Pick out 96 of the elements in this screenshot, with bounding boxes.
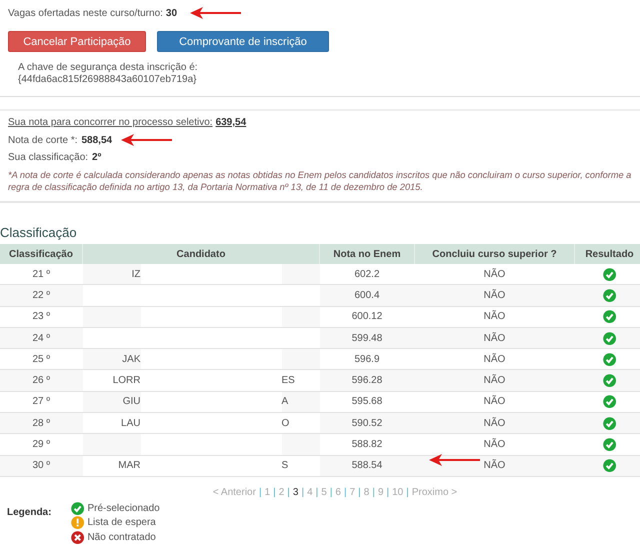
summary-label: Sua nota para concorrer no processo seletivo: bbox=[8, 117, 213, 128]
position-cell: 26 º bbox=[0, 370, 82, 392]
page-link[interactable]: 4 bbox=[307, 486, 313, 498]
graduated-cell: NÃO bbox=[414, 284, 574, 306]
graduated-cell: NÃO bbox=[414, 306, 574, 328]
score-value: 596.28 bbox=[352, 375, 382, 386]
candidate-name: LORR bbox=[112, 375, 140, 386]
position-cell: 24 º bbox=[0, 327, 82, 349]
legend-label: Lista de espera bbox=[87, 517, 156, 528]
score-value: 596.9 bbox=[354, 354, 380, 365]
graduated-cell: NÃO bbox=[414, 434, 574, 456]
score-value: 588.82 bbox=[352, 439, 382, 450]
security-key-value: {44fda6ac815f26988843a60107eb719a} bbox=[18, 74, 198, 86]
graduated-cell: NÃO bbox=[414, 264, 574, 285]
position-cell: 28 º bbox=[0, 412, 82, 434]
check-icon bbox=[603, 438, 616, 452]
check-icon bbox=[603, 352, 616, 366]
page-link[interactable]: 10 bbox=[392, 486, 404, 498]
column-header: Resultado bbox=[574, 244, 640, 264]
separator: | bbox=[316, 486, 318, 498]
separator: | bbox=[258, 486, 262, 498]
column-header: Concluiu curso superior ? bbox=[414, 244, 574, 264]
next-link[interactable]: Proximo > bbox=[412, 486, 458, 498]
legend-label: Pré-selecionado bbox=[87, 502, 160, 514]
summary-label: Sua classificação: bbox=[8, 152, 88, 163]
separator: | bbox=[330, 486, 332, 498]
page-link[interactable]: 1 bbox=[264, 486, 270, 498]
position-cell: 25 º bbox=[0, 348, 82, 370]
column-header: Classificação bbox=[0, 244, 82, 264]
score-value: 588.54 bbox=[352, 460, 382, 472]
separator: | bbox=[372, 486, 375, 498]
page-link[interactable]: 6 bbox=[335, 486, 341, 498]
score-value: 602.2 bbox=[354, 268, 380, 280]
vacancies-label: Vagas ofertadas neste curso/turno: bbox=[8, 8, 163, 18]
graduated-cell: NÃO bbox=[414, 327, 574, 349]
candidate-name: ES bbox=[282, 375, 295, 386]
separator: | bbox=[358, 486, 361, 498]
check-icon bbox=[603, 395, 616, 408]
position-cell: 27 º bbox=[0, 391, 82, 413]
graduated-cell: NÃO bbox=[414, 391, 574, 413]
graduated-cell: NÃO bbox=[414, 455, 574, 476]
separator: | bbox=[273, 486, 276, 498]
position-cell: 22 º bbox=[0, 284, 82, 306]
separator: | bbox=[287, 486, 290, 498]
page-link[interactable]: 8 bbox=[364, 486, 370, 498]
cutoff-note: *A nota de corte é calculada considerando apenas as notas obtidas no Enem pelos candidatos inscritos que não concluiram o curso superior, conforme a regra de classificação definida no artigo 13, da Portaria Normativa nº 13, de 11 de dezembro de 2015. bbox=[8, 169, 632, 193]
candidate-name: MAR bbox=[118, 460, 140, 472]
position-cell: 23 º bbox=[0, 306, 82, 328]
summary-value: 588,54 bbox=[81, 134, 112, 146]
previous-link[interactable]: < Anterior bbox=[212, 486, 256, 498]
page-link[interactable]: 3 bbox=[292, 486, 298, 498]
legend-label: Não contratado bbox=[87, 532, 156, 543]
candidate-name: LAU bbox=[121, 418, 140, 429]
page-link[interactable]: 5 bbox=[321, 486, 327, 498]
summary-label: Nota de corte *: bbox=[8, 134, 78, 146]
summary-value: 639,54 bbox=[216, 117, 246, 128]
check-icon bbox=[603, 459, 616, 472]
position-cell: 29 º bbox=[0, 434, 82, 456]
vacancies-value: 30 bbox=[166, 8, 178, 18]
check-icon bbox=[603, 288, 616, 302]
separator: | bbox=[406, 486, 409, 498]
graduated-cell: NÃO bbox=[414, 348, 574, 370]
graduated-cell: NÃO bbox=[414, 412, 574, 434]
position-cell: 30 º bbox=[0, 455, 82, 476]
check-icon bbox=[603, 310, 616, 324]
legend-title: Legenda: bbox=[7, 506, 52, 520]
page-link[interactable]: 7 bbox=[350, 486, 356, 498]
candidate-name: O bbox=[282, 418, 290, 429]
separator: | bbox=[386, 486, 390, 498]
graduated-cell: NÃO bbox=[414, 370, 574, 392]
candidate-name: A bbox=[282, 396, 288, 408]
candidate-name: GIU bbox=[122, 396, 140, 408]
candidate-name: S bbox=[282, 460, 288, 472]
security-key-label: A chave de segurança desta inscrição é: bbox=[18, 62, 199, 74]
score-value: 590.52 bbox=[352, 418, 382, 429]
score-value: 600.4 bbox=[354, 290, 380, 301]
check-icon bbox=[603, 374, 616, 388]
position-cell: 21 º bbox=[0, 264, 82, 285]
score-value: 599.48 bbox=[352, 332, 382, 344]
separator: | bbox=[301, 486, 304, 498]
check-icon bbox=[603, 332, 616, 345]
page-link[interactable]: 9 bbox=[378, 486, 384, 498]
section-title: Classificação bbox=[0, 225, 78, 240]
column-header: Nota no Enem bbox=[320, 244, 414, 264]
separator: | bbox=[344, 486, 347, 498]
score-value: 600.12 bbox=[352, 311, 382, 322]
score-value: 595.68 bbox=[352, 396, 382, 408]
check-icon bbox=[603, 268, 616, 281]
receipt-button[interactable]: Comprovante de inscrição bbox=[157, 31, 329, 52]
cancel-button[interactable]: Cancelar Participação bbox=[8, 31, 146, 52]
column-header: Candidato bbox=[82, 244, 320, 264]
check-icon bbox=[603, 416, 616, 430]
candidate-name: JAK bbox=[122, 354, 140, 365]
summary-value: 2º bbox=[92, 152, 102, 163]
candidate-name: IZ bbox=[132, 268, 140, 280]
page-link[interactable]: 2 bbox=[278, 486, 284, 498]
